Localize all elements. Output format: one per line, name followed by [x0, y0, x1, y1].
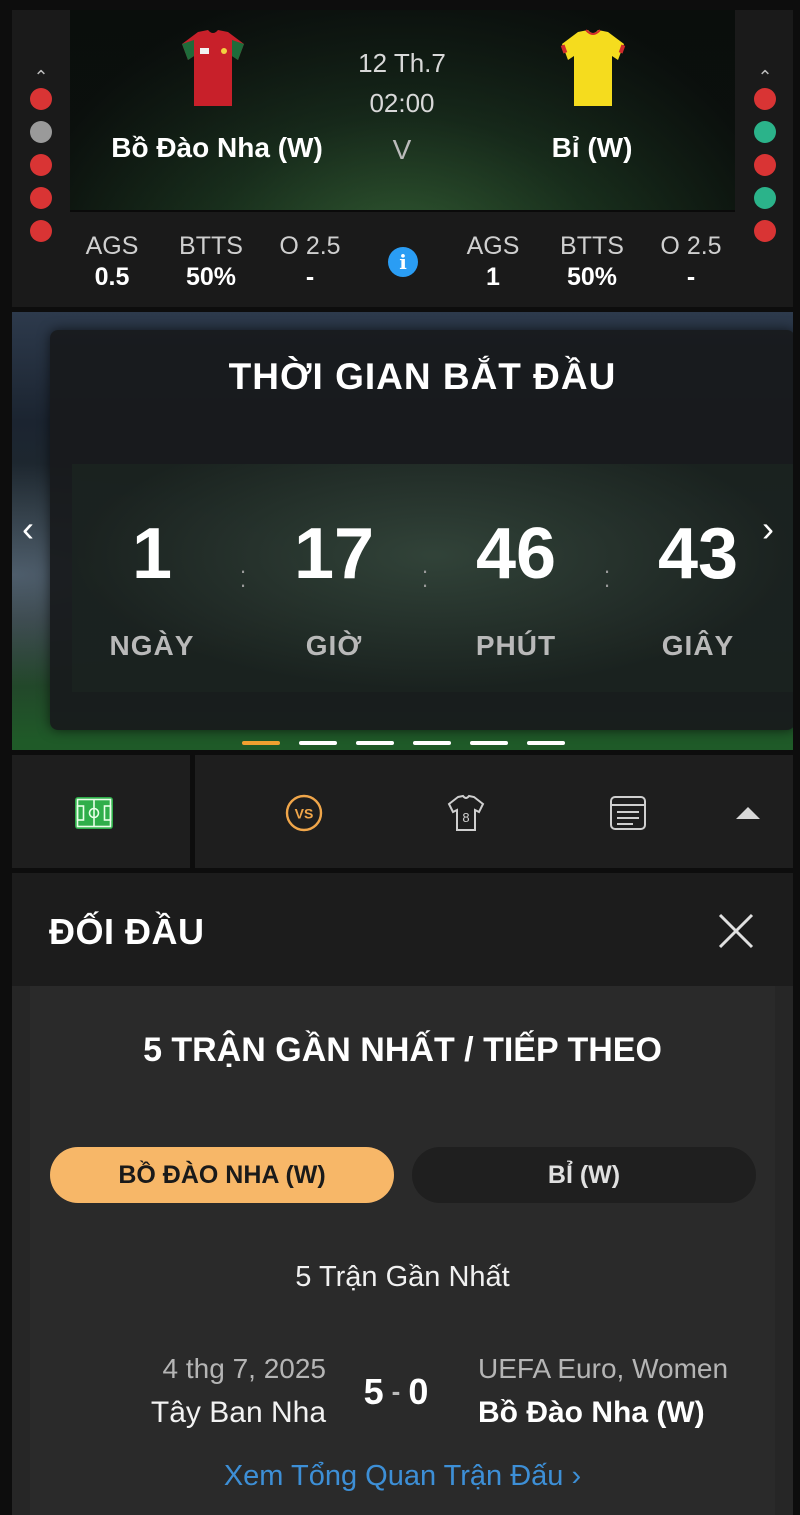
- countdown-value: 17: [293, 514, 375, 594]
- home-team-name[interactable]: Bồ Đào Nha (W): [72, 132, 362, 164]
- jersey-number: 8: [462, 810, 469, 825]
- home-stat-ags: AGS 0.5: [67, 232, 157, 292]
- home-stat-btts: BTTS 50%: [166, 232, 256, 292]
- home-kit-icon: [182, 30, 244, 106]
- home-form-column: ⌃: [28, 66, 54, 253]
- away-stat-ags: AGS 1: [448, 232, 538, 292]
- countdown-title: THỜI GIAN BẮT ĐẦU: [228, 356, 617, 397]
- score-away: 0: [408, 1371, 429, 1412]
- away-form-dot: [754, 187, 776, 209]
- jersey-icon[interactable]: 8: [446, 793, 486, 833]
- close-icon[interactable]: [712, 907, 760, 955]
- match-time: 02:00: [369, 88, 435, 118]
- countdown-seconds: 43 GIÂY: [623, 514, 773, 662]
- away-form-dot: [754, 220, 776, 242]
- stat-label: BTTS: [179, 232, 243, 260]
- home-stat-over: O 2.5 -: [265, 232, 355, 292]
- away-kit-icon: [560, 29, 626, 106]
- head-to-head-panel: ĐỐI ĐẦU 5 TRẬN GẦN NHẤT / TIẾP THEO BỒ Đ…: [12, 873, 793, 1515]
- away-form-dot: [754, 154, 776, 176]
- pager-dot[interactable]: [356, 741, 394, 745]
- stat-value: 50%: [566, 263, 618, 291]
- home-form-dot: [30, 154, 52, 176]
- countdown-unit: GIÂY: [661, 630, 735, 661]
- pager-dot[interactable]: [299, 741, 337, 745]
- chevron-up-icon[interactable]: ⌃: [752, 66, 778, 88]
- countdown-value: 1: [131, 514, 173, 594]
- match-row-score: 5-0: [346, 1371, 446, 1413]
- versus-label: V: [392, 134, 412, 165]
- away-team-name[interactable]: Bỉ (W): [462, 132, 722, 164]
- stat-value: 0.5: [94, 263, 130, 291]
- chevron-left-icon[interactable]: ‹: [22, 508, 34, 550]
- countdown-days: 1 NGÀY: [77, 514, 227, 662]
- home-form-dot: [30, 88, 52, 110]
- stats-table-icon[interactable]: [608, 793, 648, 833]
- match-header: ⌃ ⌃ 12 Th.7 02:00 Bồ Đào Nha (W) V Bỉ (W…: [12, 10, 793, 307]
- stat-value: 1: [486, 263, 500, 291]
- away-stat-btts: BTTS 50%: [547, 232, 637, 292]
- pager-dot[interactable]: [470, 741, 508, 745]
- countdown-separator: · ·: [239, 558, 247, 597]
- info-icon[interactable]: i: [388, 247, 418, 277]
- vs-icon-text: VS: [295, 806, 314, 822]
- countdown-separator: · ·: [603, 558, 611, 597]
- panel-title: ĐỐI ĐẦU: [49, 911, 205, 952]
- stat-label: BTTS: [560, 232, 624, 260]
- match-row-date: 4 thg 7, 2025: [162, 1353, 326, 1384]
- collapse-caret-icon[interactable]: [728, 793, 768, 833]
- match-row-home-team: Tây Ban Nha: [150, 1396, 326, 1429]
- stat-value: 50%: [185, 263, 237, 291]
- stat-label: O 2.5: [660, 232, 722, 260]
- panel-body: 5 TRẬN GẦN NHẤT / TIẾP THEO BỒ ĐÀO NHA (…: [30, 986, 775, 1515]
- match-date: 12 Th.7: [358, 48, 446, 78]
- recent-matches-heading: 5 Trận Gần Nhất: [295, 1261, 510, 1293]
- stat-value: -: [686, 263, 696, 291]
- pager-dot[interactable]: [527, 741, 565, 745]
- home-form-dot: [30, 187, 52, 209]
- match-row-away-team: Bồ Đào Nha (W): [478, 1396, 705, 1429]
- chevron-up-icon[interactable]: ⌃: [28, 66, 54, 88]
- match-overview-link[interactable]: Xem Tổng Quan Trận Đấu ›: [30, 1460, 775, 1493]
- stat-label: O 2.5: [279, 232, 341, 260]
- panel-header: ĐỐI ĐẦU: [12, 873, 793, 986]
- countdown-unit: NGÀY: [109, 630, 195, 661]
- countdown-value: 43: [657, 514, 739, 594]
- countdown-banner: THỜI GIAN BẮT ĐẦU ‹ › 1 NGÀY · · 17 GIỜ ·…: [12, 312, 793, 750]
- field-icon: [75, 797, 113, 829]
- match-row-competition: UEFA Euro, Women: [478, 1353, 729, 1384]
- pager-dot[interactable]: [413, 741, 451, 745]
- team-toggle-home[interactable]: BỒ ĐÀO NHA (W): [50, 1147, 394, 1203]
- home-form-dot: [30, 220, 52, 242]
- home-form-dot: [30, 121, 52, 143]
- countdown-unit: PHÚT: [475, 630, 557, 661]
- tab-field[interactable]: [12, 755, 190, 868]
- score-separator: -: [391, 1376, 401, 1406]
- tab-bar: VS 8: [12, 755, 793, 868]
- countdown-minutes: 46 PHÚT: [441, 514, 591, 662]
- team-toggle-away[interactable]: BỈ (W): [412, 1147, 756, 1203]
- stat-label: AGS: [466, 232, 520, 260]
- vs-icon[interactable]: VS: [284, 793, 324, 833]
- away-form-dot: [754, 88, 776, 110]
- stat-label: AGS: [85, 232, 139, 260]
- countdown-value: 46: [475, 514, 557, 594]
- away-form-column: ⌃: [752, 66, 778, 253]
- countdown-hours: 17 GIỜ: [259, 514, 409, 662]
- pager-dot-active[interactable]: [242, 741, 280, 745]
- score-home: 5: [363, 1371, 384, 1412]
- carousel-pager: [242, 741, 572, 747]
- countdown-unit: GIỜ: [305, 630, 363, 661]
- away-stat-over: O 2.5 -: [646, 232, 736, 292]
- countdown-separator: · ·: [421, 558, 429, 597]
- tab-group: VS 8: [195, 755, 793, 868]
- stat-value: -: [305, 263, 315, 291]
- away-form-dot: [754, 121, 776, 143]
- section-title: 5 TRẬN GẦN NHẤT / TIẾP THEO: [143, 1031, 662, 1069]
